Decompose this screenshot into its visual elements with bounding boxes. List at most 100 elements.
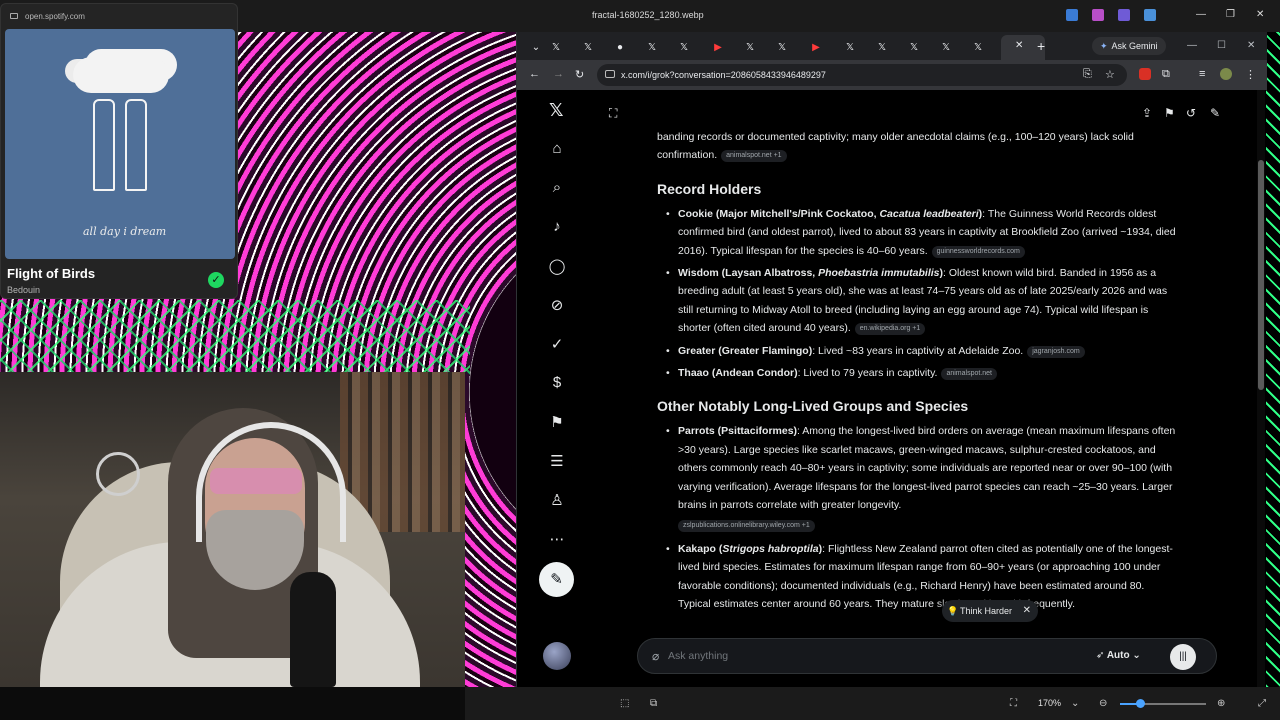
bookmark-icon[interactable]: ⚑	[1164, 106, 1175, 120]
microphone	[290, 572, 336, 687]
voice-mode-icon[interactable]: |||	[1170, 644, 1196, 670]
new-chat-icon[interactable]: ✎	[1210, 106, 1220, 120]
search-icon[interactable]: ⌕	[548, 179, 566, 196]
text-select-icon[interactable]: ⧉	[650, 698, 657, 709]
history-icon[interactable]: ↺	[1186, 106, 1196, 120]
forward-arrow-icon[interactable]: →	[553, 68, 564, 80]
item-title-species: Phoebastria immutabilis	[818, 267, 940, 280]
track-title[interactable]: Flight of Birds	[7, 266, 95, 281]
tab-youtube[interactable]: ▶	[705, 38, 731, 56]
tray-app-icon[interactable]	[1066, 9, 1078, 21]
section-heading: Record Holders	[657, 180, 762, 197]
back-arrow-icon[interactable]: ←	[529, 68, 540, 80]
tab-app[interactable]: ●	[607, 38, 633, 56]
site-info-icon[interactable]	[605, 70, 615, 78]
mode-select[interactable]: ➶ Auto ⌄	[1096, 650, 1141, 661]
ask-input[interactable]	[668, 646, 1048, 666]
tray-app-icon[interactable]	[1092, 9, 1104, 21]
track-artist[interactable]: Bedouin	[7, 285, 40, 295]
browser-minimize-button[interactable]: —	[1187, 40, 1197, 51]
tab-x[interactable]: 𝕏	[837, 38, 863, 56]
source-chip[interactable]: guinnessworldrecords.com	[931, 245, 1025, 258]
bookmark-star-icon[interactable]: ☆	[1105, 68, 1115, 81]
chevron-down-icon[interactable]: ⌄	[1071, 698, 1079, 709]
viewer-minimize-button[interactable]: —	[1196, 9, 1206, 20]
fit-screen-icon[interactable]: ⛶	[1010, 698, 1017, 709]
zoom-level[interactable]: 170%	[1038, 698, 1061, 708]
saved-check-icon[interactable]: ✓	[208, 272, 224, 288]
ask-gemini-button[interactable]: ✦ Ask Gemini	[1092, 37, 1166, 55]
source-chip[interactable]: zslpublications.onlinelibrary.wiley.com …	[678, 519, 815, 532]
tray-app-icon[interactable]	[1144, 9, 1156, 21]
source-chip[interactable]: animalspot.net	[941, 368, 997, 381]
fan	[96, 452, 140, 496]
attach-icon[interactable]: ⌀	[652, 649, 659, 663]
item-title: Cookie (Major Mitchell's/Pink Cockatoo,	[678, 207, 880, 220]
compose-icon[interactable]: ✎	[539, 562, 574, 597]
source-chip[interactable]: animalspot.net +1	[721, 150, 787, 163]
tab-youtube[interactable]: ▶	[803, 38, 829, 56]
viewer-close-button[interactable]: ✕	[1256, 9, 1264, 20]
zoom-slider[interactable]	[1120, 699, 1206, 708]
tab-x[interactable]: 𝕏	[933, 38, 959, 56]
tab-x[interactable]: 𝕏	[671, 38, 697, 56]
grok-icon[interactable]: ⊘	[548, 296, 566, 314]
item-title: Parrots (Psittaciformes)	[678, 425, 798, 438]
address-bar[interactable]: x.com/i/grok?conversation=20860584339464…	[597, 64, 1127, 86]
album-art[interactable]: all day i dream	[5, 29, 235, 259]
viewer-maximize-button[interactable]: ❐	[1226, 9, 1235, 20]
expand-icon[interactable]: ⛶	[609, 106, 617, 121]
lightbulb-icon: 💡	[947, 606, 959, 616]
menu-dots-icon[interactable]: ⋮	[1245, 68, 1256, 81]
fullscreen-icon[interactable]: ⤢	[1258, 698, 1266, 709]
tab-close-icon[interactable]: ✕	[1015, 40, 1023, 51]
x-logo-icon[interactable]: 𝕏	[549, 100, 564, 121]
profile-avatar-icon[interactable]	[1220, 68, 1232, 80]
message-icon[interactable]: ◯	[548, 257, 566, 275]
tab-x[interactable]: 𝕏	[575, 38, 601, 56]
bookmark-icon[interactable]: ⚑	[548, 413, 566, 431]
check-circle-icon[interactable]: ✓	[548, 335, 566, 353]
close-icon[interactable]: ✕	[1023, 600, 1031, 622]
grok-conversation: ⛶ ⇪ ⚑ ↺ ✎ banding records or documented …	[597, 90, 1253, 687]
zoom-slider-handle[interactable]	[1136, 699, 1145, 708]
zoom-out-icon[interactable]: ⊖	[1099, 698, 1107, 709]
think-harder-chip[interactable]: 💡 Think Harder ✕	[942, 600, 1039, 622]
tab-x[interactable]: 𝕏	[869, 38, 895, 56]
list-icon[interactable]: ☰	[548, 452, 566, 470]
address-url[interactable]: x.com/i/grok?conversation=20860584339464…	[621, 70, 826, 80]
select-icon[interactable]: ⬚	[620, 698, 629, 709]
avatar[interactable]	[543, 642, 571, 670]
think-harder-label: Think Harder	[960, 606, 1013, 616]
tab-search-icon[interactable]: ≡	[1199, 68, 1205, 80]
dollar-icon[interactable]: $	[548, 374, 566, 391]
tab-strip: ⌄ 𝕏 𝕏 ● 𝕏 𝕏 ▶ 𝕏 𝕏 ▶ 𝕏 𝕏 𝕏 𝕏 𝕏 ✕ + ✦ Ask …	[517, 32, 1267, 60]
adblock-extension-icon[interactable]	[1139, 68, 1151, 80]
spotify-mini-player[interactable]: open.spotify.com all day i dream Flight …	[0, 3, 238, 299]
source-chip[interactable]: jagranjosh.com	[1027, 345, 1085, 358]
page-scrollbar[interactable]	[1257, 90, 1265, 687]
home-icon[interactable]: ⌂	[548, 140, 566, 157]
more-icon[interactable]: ⋯	[548, 530, 566, 548]
tray-app-icon[interactable]	[1118, 9, 1130, 21]
person-icon[interactable]: ♙	[548, 491, 566, 509]
scrollbar-thumb[interactable]	[1258, 160, 1264, 390]
source-chip[interactable]: en.wikipedia.org +1	[854, 323, 926, 336]
tab-x[interactable]: 𝕏	[901, 38, 927, 56]
item-title: Thaao (Andean Condor)	[678, 367, 798, 380]
new-tab-button[interactable]: +	[1037, 38, 1045, 54]
extensions-puzzle-icon[interactable]: ⧉	[1162, 68, 1170, 81]
tab-x[interactable]: 𝕏	[769, 38, 795, 56]
tab-x[interactable]: 𝕏	[639, 38, 665, 56]
browser-maximize-button[interactable]: ☐	[1217, 40, 1226, 51]
install-icon[interactable]: ⎘	[1083, 68, 1092, 81]
browser-close-button[interactable]: ✕	[1247, 40, 1255, 51]
share-icon[interactable]: ⇪	[1142, 106, 1152, 120]
bell-icon[interactable]: ♪	[548, 218, 566, 235]
tab-x[interactable]: 𝕏	[737, 38, 763, 56]
reload-icon[interactable]: ↻	[575, 68, 584, 81]
viewer-tray	[1066, 9, 1156, 21]
zoom-in-icon[interactable]: ⊕	[1217, 698, 1225, 709]
tab-x[interactable]: 𝕏	[965, 38, 991, 56]
tab-x[interactable]: 𝕏	[543, 38, 569, 56]
